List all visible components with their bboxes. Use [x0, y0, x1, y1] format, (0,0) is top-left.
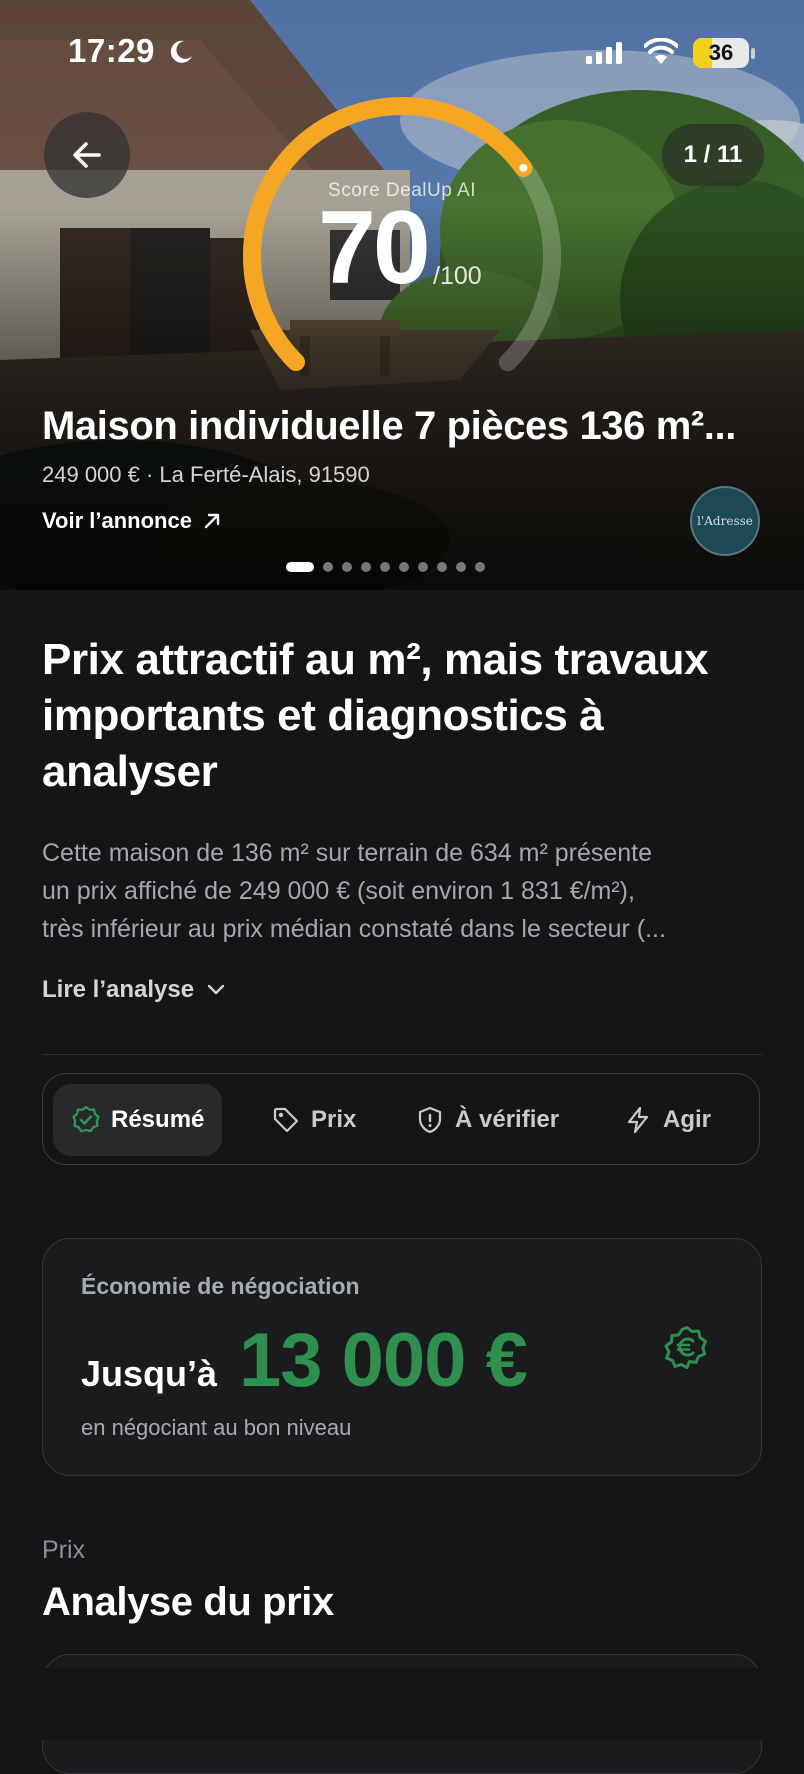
tab-prix[interactable]: Prix [271, 1084, 356, 1156]
moon-icon [170, 40, 192, 63]
arrow-left-icon [73, 142, 101, 168]
scroll-fade [0, 1668, 804, 1740]
summary-line: un prix affiché de 249 000 € (soit envir… [42, 877, 635, 905]
pager-dot[interactable] [418, 562, 428, 572]
price-section-eyebrow: Prix [42, 1536, 86, 1564]
analysis-headline: Prix attractif au m², mais travaux impor… [42, 635, 709, 796]
battery-level: 36 [708, 40, 734, 65]
tab-resume[interactable]: Résumé [53, 1084, 223, 1156]
pager-dot[interactable] [323, 562, 333, 572]
pager-dot[interactable] [342, 562, 352, 572]
read-analysis-label: Lire l’analyse [42, 976, 195, 1003]
tab-label: À vérifier [455, 1106, 560, 1133]
agency-logo-text: l'Adresse [697, 514, 753, 528]
price-section-title: Analyse du prix [42, 1580, 334, 1624]
shield-alert-icon [418, 1106, 442, 1134]
summary-line: très inférieur au prix médian constaté d… [42, 915, 666, 943]
tab-label: Résumé [111, 1106, 205, 1133]
listing-title: Maison individuelle 7 pièces 136 m²... [42, 404, 736, 448]
pager-dot[interactable] [380, 562, 390, 572]
gauge-knob [519, 163, 528, 172]
cellular-signal-icon [586, 42, 622, 64]
pager-dot[interactable] [475, 562, 485, 572]
arrow-up-right-icon [204, 513, 220, 529]
pager-dot[interactable] [361, 562, 371, 572]
negotiation-subtitle: en négociant au bon niveau [81, 1415, 352, 1440]
chevron-down-icon [207, 984, 225, 995]
pager-dot[interactable] [399, 562, 409, 572]
photo-pager [286, 562, 485, 572]
tag-icon [273, 1107, 299, 1133]
pager-dot[interactable] [437, 562, 447, 572]
negotiation-prefix: Jusqu’à [81, 1353, 218, 1394]
analysis-summary: Cette maison de 136 m² sur terrain de 63… [42, 834, 767, 948]
photo-counter: 1 / 11 [662, 124, 764, 186]
score-value: 70 [318, 190, 431, 306]
read-analysis-button[interactable]: Lire l’analyse [42, 976, 226, 1004]
view-listing-link[interactable]: Voir l’annonce [42, 508, 222, 534]
battery-cap [751, 48, 755, 59]
wifi-icon [644, 38, 678, 64]
agency-logo: l'Adresse [690, 486, 760, 556]
negotiation-title: Économie de négociation [81, 1273, 360, 1299]
battery-indicator: 36 [693, 38, 749, 68]
tab-a-verifier[interactable]: À vérifier [415, 1084, 559, 1156]
section-tabs: Résumé Prix À vérifier Agir [42, 1073, 760, 1165]
tab-agir[interactable]: Agir [623, 1084, 711, 1156]
check-badge-icon [72, 1105, 100, 1133]
lightning-icon [627, 1106, 649, 1134]
view-listing-label: Voir l’annonce [42, 508, 192, 533]
status-time: 17:29 [68, 32, 155, 69]
negotiation-savings-card: Économie de négociation Jusqu’à 13 000 €… [42, 1238, 762, 1476]
negotiation-amount: 13 000 € [239, 1318, 528, 1403]
pager-dot[interactable] [456, 562, 466, 572]
tab-label: Prix [311, 1106, 357, 1133]
score-max: /100 [433, 262, 482, 290]
hero-photo-carousel[interactable]: 17:29 36 1 / 11 Score DealUp AI 70 /100 … [0, 0, 804, 590]
status-bar: 17:29 36 [0, 0, 804, 100]
summary-line: Cette maison de 136 m² sur terrain de 63… [42, 839, 653, 867]
pager-dot[interactable] [286, 562, 314, 572]
tab-label: Agir [663, 1106, 711, 1133]
divider [42, 1054, 762, 1055]
euro-badge-icon [664, 1326, 707, 1369]
listing-price-location: 249 000 € · La Ferté-Alais, 91590 [42, 462, 370, 487]
